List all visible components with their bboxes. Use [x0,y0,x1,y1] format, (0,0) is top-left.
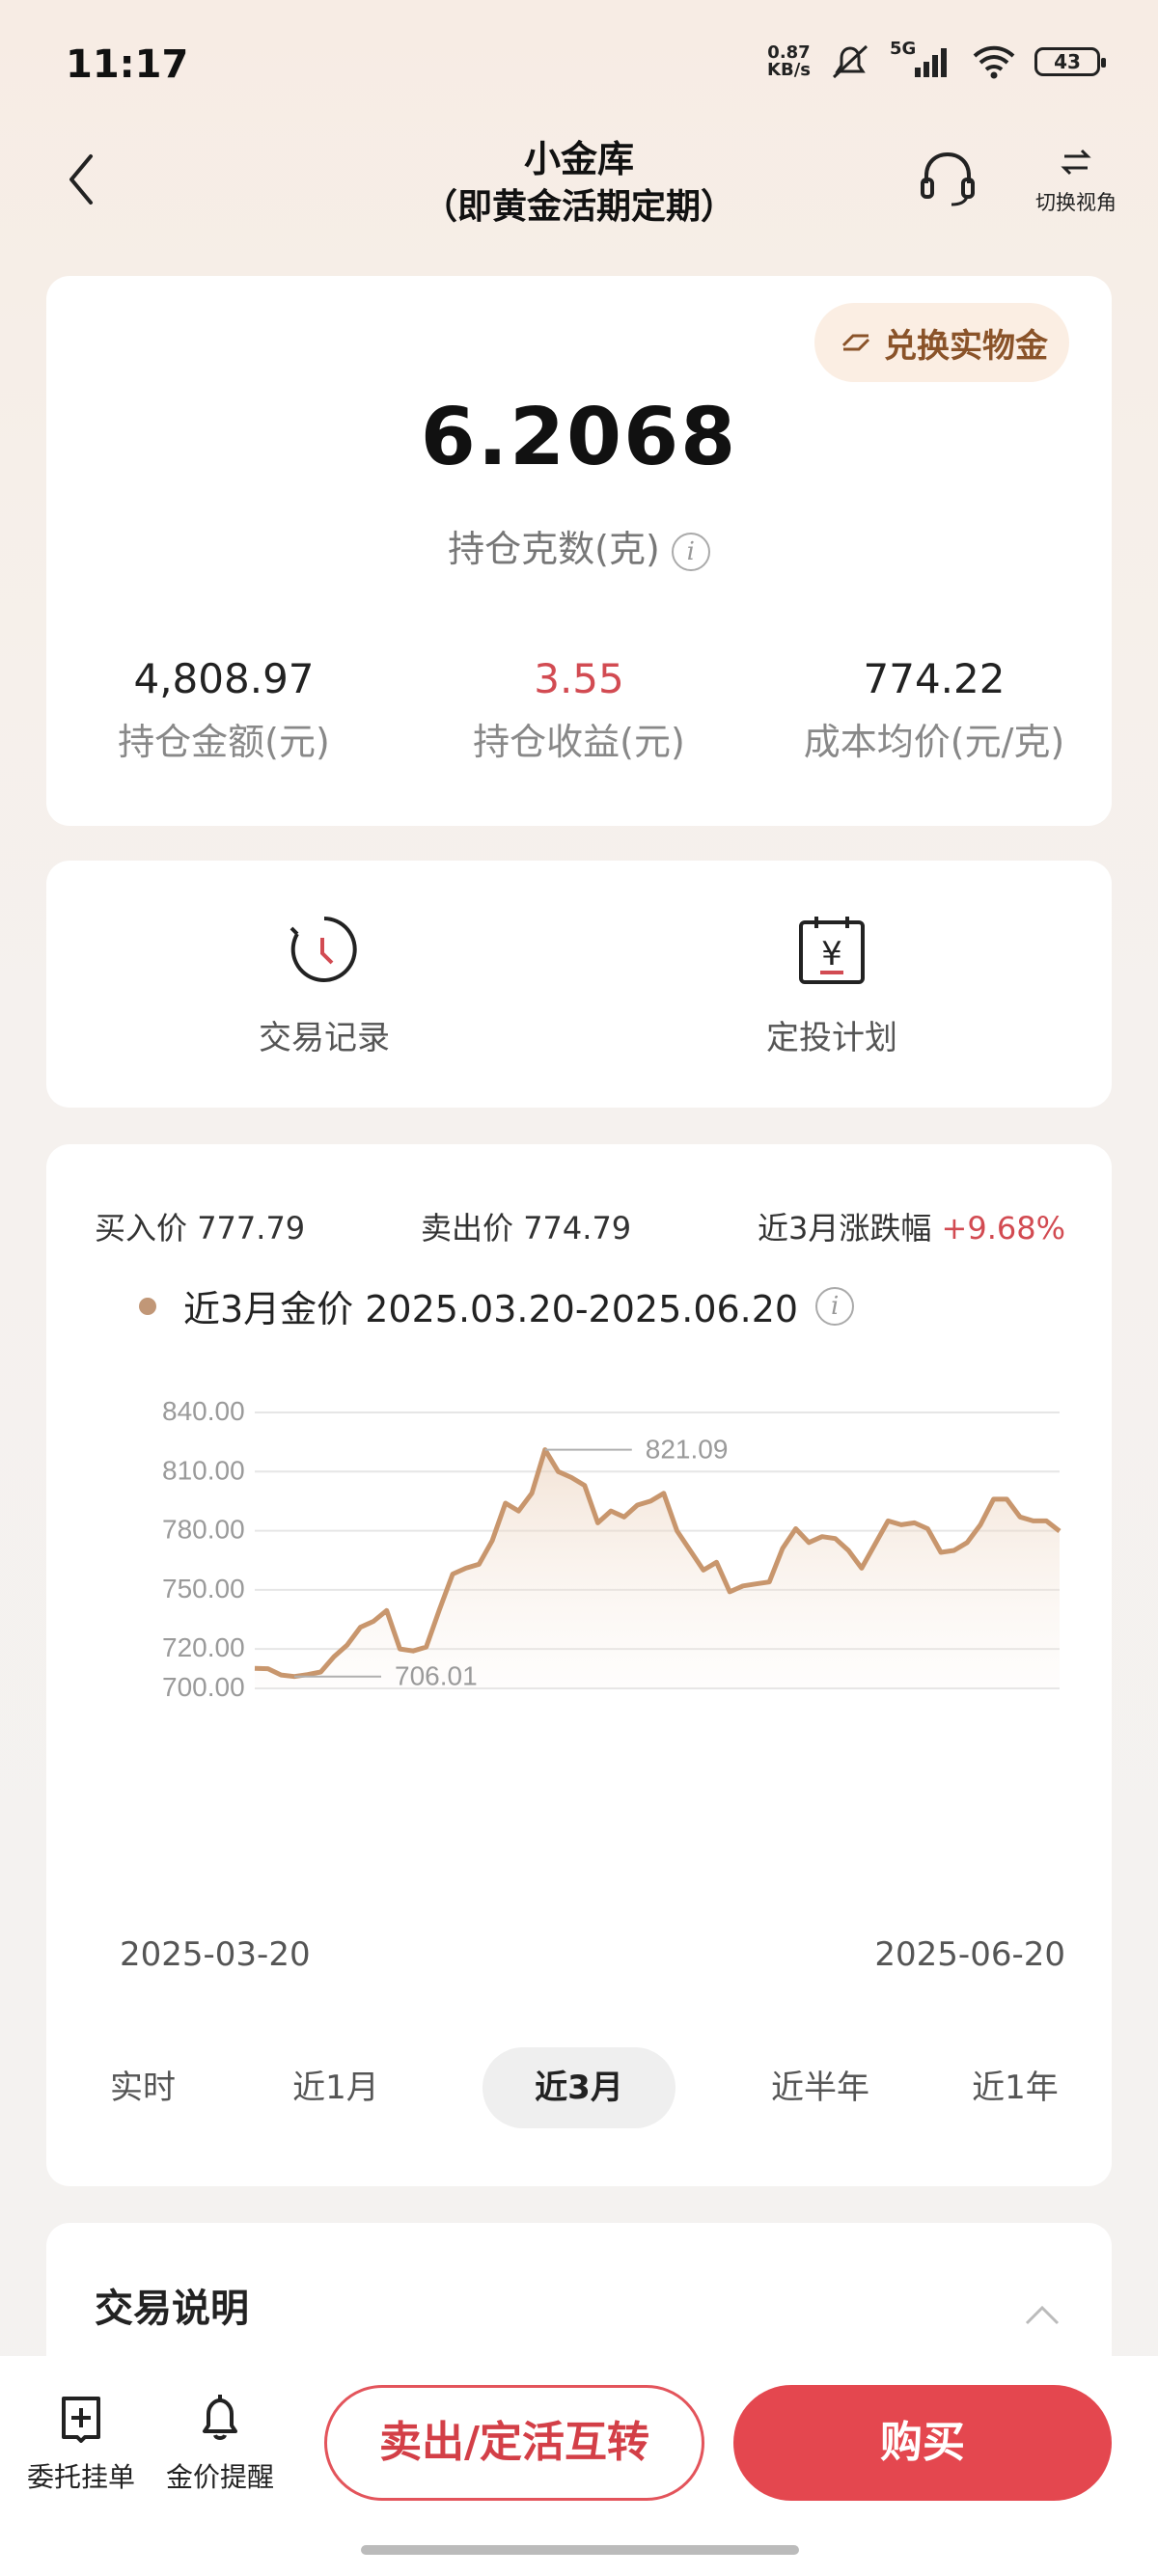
info-icon[interactable]: i [671,532,710,571]
buy-button[interactable]: 购买 [733,2385,1112,2501]
period-tabs: 实时 近1月 近3月 近半年 近1年 [46,2047,1112,2128]
status-bar: 11:17 0.87 KB/s 5G 43 [0,0,1158,135]
price-alert-label: 金价提醒 [165,2461,274,2493]
y-tick-label: 780.00 [162,1515,245,1545]
bell-icon [203,2395,237,2440]
invest-plan-label: 定投计划 [766,1019,897,1057]
y-tick-label: 750.00 [162,1574,245,1603]
tab-3-months[interactable]: 近3月 [482,2047,676,2128]
chart-info-icon[interactable]: i [815,1286,855,1326]
holding-profit: 3.55 持仓收益(元) [401,652,757,768]
tab-1-year[interactable]: 近1年 [919,2047,1112,2128]
y-tick-label: 700.00 [162,1672,245,1702]
battery-icon: 43 [1034,47,1106,76]
nav-bar: 小金库 （即黄金活期定期） 切换视角 [0,135,1158,251]
net-speed-unit: KB/s [767,60,811,80]
chart-range-title: 近3月金价 2025.03.20-2025.06.20 i [139,1279,855,1332]
gold-price-card: 买入价 777.79 卖出价 774.79 近3月涨跌幅 +9.68% 近3月金… [46,1144,1112,2186]
buy-price-label: 买入价 [95,1210,188,1247]
exchange-icon [841,334,870,351]
exchange-button-label: 兑换实物金 [884,326,1048,366]
sell-price-value: 774.79 [523,1210,632,1247]
page-title-wrap: 小金库 （即黄金活期定期） [290,135,868,232]
holding-amount-value: 4,808.97 [133,655,315,702]
chart-range-text: 近3月金价 2025.03.20-2025.06.20 [183,1288,799,1330]
net-speed: 0.87 KB/s [767,44,811,79]
holding-profit-label: 持仓收益(元) [473,721,685,763]
swap-arrows-icon [1061,149,1091,176]
customer-service-icon[interactable] [917,145,979,212]
invest-plan-button[interactable]: ¥ 定投计划 [687,909,977,1058]
status-icons: 0.87 KB/s 5G 43 [767,39,1106,81]
price-change: 近3月涨跌幅 +9.68% [758,1204,1065,1248]
average-cost-label: 成本均价(元/克) [803,721,1065,763]
page-subtitle: （即黄金活期定期） [422,187,735,227]
price-alert-button[interactable]: 金价提醒 [152,2393,288,2495]
pending-order-label: 委托挂单 [26,2461,135,2493]
page-title: 小金库 [523,138,634,180]
trade-records-button[interactable]: 交易记录 [179,909,469,1058]
price-change-value: +9.68% [941,1210,1065,1247]
gold-price-chart: 840.00 810.00 780.00 750.00 720.00 700.00 821… [162,1396,1062,1702]
tab-half-year[interactable]: 近半年 [724,2047,917,2128]
buy-price-value: 777.79 [197,1210,306,1247]
sell-price: 卖出价 774.79 [421,1204,631,1248]
holdings-card: 兑换实物金 6.2068 持仓克数(克) i 4,808.97 持仓金额(元) 3… [46,276,1112,826]
tab-realtime[interactable]: 实时 [46,2047,239,2128]
chart-max-label: 821.09 [646,1435,729,1465]
switch-view-button[interactable]: 切换视角 [1028,143,1124,216]
chart-min-label: 706.01 [395,1661,478,1691]
buy-price: 买入价 777.79 [95,1204,305,1248]
legend-dot [139,1297,156,1315]
chevron-up-icon[interactable] [1023,2296,1062,2335]
back-arrow-icon[interactable] [58,145,104,212]
sell-transfer-button[interactable]: 卖出/定活互转 [324,2385,704,2501]
y-tick-label: 840.00 [162,1396,245,1426]
clock-history-icon [290,917,357,982]
trade-explain-title: 交易说明 [95,2287,249,2331]
yuan-calendar-icon: ¥ [799,917,865,984]
average-cost: 774.22 成本均价(元/克) [757,652,1112,768]
bottom-action-bar: 委托挂单 金价提醒 卖出/定活互转 购买 [0,2356,1158,2576]
trade-records-label: 交易记录 [259,1019,390,1057]
y-tick-label: 810.00 [162,1455,245,1485]
exchange-physical-gold-button[interactable]: 兑换实物金 [814,303,1069,382]
cellular-signal-icon: 5G [890,39,953,81]
y-tick-label: 720.00 [162,1632,245,1662]
chart-start-date: 2025-03-20 [120,1935,311,1974]
holding-amount-label: 持仓金额(元) [118,721,330,763]
holding-profit-value: 3.55 [534,655,624,702]
switch-view-label: 切换视角 [1035,191,1117,214]
home-indicator[interactable] [361,2545,799,2555]
holding-grams-label: 持仓克数(克) [448,528,660,570]
holding-grams-label-wrap: 持仓克数(克) i [46,519,1112,572]
tab-1-month[interactable]: 近1月 [239,2047,432,2128]
sell-price-label: 卖出价 [421,1210,514,1247]
chart-end-date: 2025-06-20 [874,1935,1065,1974]
add-order-icon [62,2397,100,2443]
wifi-icon [973,45,1015,79]
svg-text:¥: ¥ [821,935,842,973]
status-time: 11:17 [66,42,189,87]
price-area-fill [255,1449,1060,1688]
price-change-label: 近3月涨跌幅 [757,1210,932,1247]
mute-bell-icon [832,44,868,79]
pending-order-button[interactable]: 委托挂单 [14,2393,149,2495]
holding-grams: 6.2068 [420,392,738,483]
quick-actions-card: 交易记录 ¥ 定投计划 [46,861,1112,1108]
holding-amount: 4,808.97 持仓金额(元) [46,652,401,768]
average-cost-value: 774.22 [863,655,1006,702]
